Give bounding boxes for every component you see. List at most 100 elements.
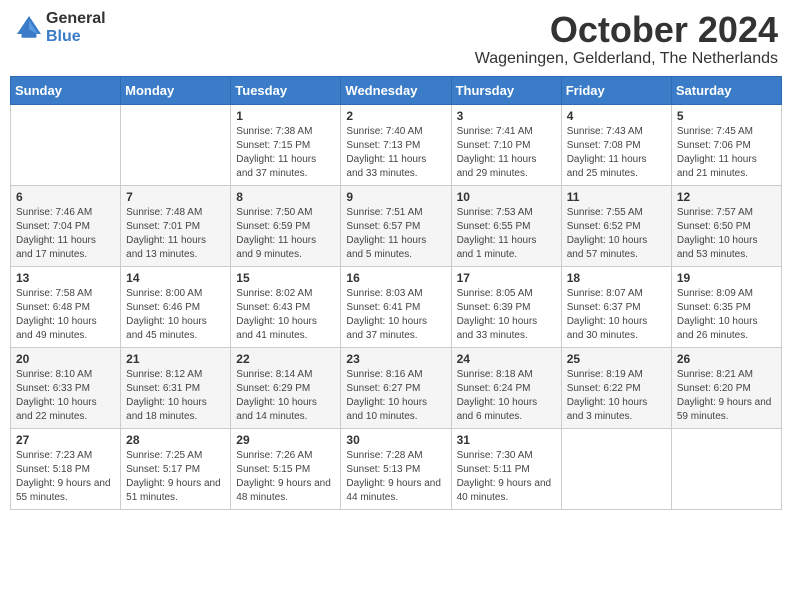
- calendar-cell: 2 Sunrise: 7:40 AMSunset: 7:13 PMDaylight…: [341, 104, 451, 185]
- logo-blue-text: Blue: [46, 28, 106, 46]
- day-info: Sunrise: 7:23 AMSunset: 5:18 PMDaylight:…: [16, 449, 115, 505]
- weekday-header-friday: Friday: [561, 76, 671, 104]
- calendar-cell: 28 Sunrise: 7:25 AMSunset: 5:17 PMDayligh…: [121, 428, 231, 509]
- day-number: 27: [16, 433, 115, 447]
- day-info: Sunrise: 8:16 AMSunset: 6:27 PMDaylight:…: [346, 368, 445, 424]
- day-info: Sunrise: 7:45 AMSunset: 7:06 PMDaylight:…: [677, 125, 776, 181]
- calendar-week-5: 27 Sunrise: 7:23 AMSunset: 5:18 PMDayligh…: [11, 428, 782, 509]
- day-info: Sunrise: 8:14 AMSunset: 6:29 PMDaylight:…: [236, 368, 335, 424]
- calendar-cell: 17Sunrise: 8:05 AMSunset: 6:39 PMDayligh…: [451, 266, 561, 347]
- weekday-header-sunday: Sunday: [11, 76, 121, 104]
- day-number: 25: [567, 352, 666, 366]
- weekday-header-monday: Monday: [121, 76, 231, 104]
- calendar-cell: 10Sunrise: 7:53 AMSunset: 6:55 PMDayligh…: [451, 185, 561, 266]
- day-number: 6: [16, 190, 115, 204]
- day-number: 30: [346, 433, 445, 447]
- day-info: Sunrise: 8:09 AMSunset: 6:35 PMDaylight:…: [677, 287, 776, 343]
- calendar-cell: 27 Sunrise: 7:23 AMSunset: 5:18 PMDayligh…: [11, 428, 121, 509]
- day-info: Sunrise: 8:21 AMSunset: 6:20 PMDaylight:…: [677, 368, 776, 424]
- calendar-cell: 20Sunrise: 8:10 AMSunset: 6:33 PMDayligh…: [11, 347, 121, 428]
- day-info: Sunrise: 8:00 AMSunset: 6:46 PMDaylight:…: [126, 287, 225, 343]
- logo-icon: [14, 13, 44, 43]
- day-info: Sunrise: 8:12 AMSunset: 6:31 PMDaylight:…: [126, 368, 225, 424]
- day-number: 8: [236, 190, 335, 204]
- day-number: 1: [236, 109, 335, 123]
- day-number: 23: [346, 352, 445, 366]
- day-info: Sunrise: 8:03 AMSunset: 6:41 PMDaylight:…: [346, 287, 445, 343]
- day-info: Sunrise: 7:25 AMSunset: 5:17 PMDaylight:…: [126, 449, 225, 505]
- day-number: 2: [346, 109, 445, 123]
- day-number: 31: [457, 433, 556, 447]
- day-number: 21: [126, 352, 225, 366]
- calendar-week-4: 20Sunrise: 8:10 AMSunset: 6:33 PMDayligh…: [11, 347, 782, 428]
- day-info: Sunrise: 7:28 AMSunset: 5:13 PMDaylight:…: [346, 449, 445, 505]
- day-number: 14: [126, 271, 225, 285]
- day-info: Sunrise: 7:38 AMSunset: 7:15 PMDaylight:…: [236, 125, 335, 181]
- calendar-cell: 4 Sunrise: 7:43 AMSunset: 7:08 PMDaylight…: [561, 104, 671, 185]
- calendar-cell: 12 Sunrise: 7:57 AMSunset: 6:50 PMDayligh…: [671, 185, 781, 266]
- day-info: Sunrise: 7:40 AMSunset: 7:13 PMDaylight:…: [346, 125, 445, 181]
- day-number: 29: [236, 433, 335, 447]
- day-number: 26: [677, 352, 776, 366]
- calendar-cell: 14 Sunrise: 8:00 AMSunset: 6:46 PMDayligh…: [121, 266, 231, 347]
- calendar-cell: 1 Sunrise: 7:38 AMSunset: 7:15 PMDaylight…: [231, 104, 341, 185]
- logo: General Blue: [14, 10, 106, 45]
- day-number: 28: [126, 433, 225, 447]
- day-info: Sunrise: 8:02 AMSunset: 6:43 PMDaylight:…: [236, 287, 335, 343]
- day-info: Sunrise: 7:58 AMSunset: 6:48 PMDaylight:…: [16, 287, 115, 343]
- calendar-cell: 6Sunrise: 7:46 AMSunset: 7:04 PMDaylight…: [11, 185, 121, 266]
- calendar-body: 1 Sunrise: 7:38 AMSunset: 7:15 PMDaylight…: [11, 104, 782, 509]
- calendar-cell: 21 Sunrise: 8:12 AMSunset: 6:31 PMDayligh…: [121, 347, 231, 428]
- day-info: Sunrise: 8:05 AMSunset: 6:39 PMDaylight:…: [457, 287, 556, 343]
- day-number: 7: [126, 190, 225, 204]
- day-info: Sunrise: 7:50 AMSunset: 6:59 PMDaylight:…: [236, 206, 335, 262]
- day-info: Sunrise: 7:51 AMSunset: 6:57 PMDaylight:…: [346, 206, 445, 262]
- day-info: Sunrise: 7:48 AMSunset: 7:01 PMDaylight:…: [126, 206, 225, 262]
- calendar-week-3: 13 Sunrise: 7:58 AMSunset: 6:48 PMDayligh…: [11, 266, 782, 347]
- day-number: 16: [346, 271, 445, 285]
- calendar-cell: 29Sunrise: 7:26 AMSunset: 5:15 PMDayligh…: [231, 428, 341, 509]
- day-number: 20: [16, 352, 115, 366]
- calendar-cell: 3Sunrise: 7:41 AMSunset: 7:10 PMDaylight…: [451, 104, 561, 185]
- calendar-table: SundayMondayTuesdayWednesdayThursdayFrid…: [10, 76, 782, 510]
- day-number: 3: [457, 109, 556, 123]
- day-number: 24: [457, 352, 556, 366]
- day-number: 15: [236, 271, 335, 285]
- calendar-cell: 18 Sunrise: 8:07 AMSunset: 6:37 PMDayligh…: [561, 266, 671, 347]
- calendar-cell: [11, 104, 121, 185]
- month-year-title: October 2024: [475, 10, 778, 50]
- day-info: Sunrise: 7:57 AMSunset: 6:50 PMDaylight:…: [677, 206, 776, 262]
- day-number: 5: [677, 109, 776, 123]
- calendar-cell: 31 Sunrise: 7:30 AMSunset: 5:11 PMDayligh…: [451, 428, 561, 509]
- day-info: Sunrise: 8:07 AMSunset: 6:37 PMDaylight:…: [567, 287, 666, 343]
- title-section: October 2024 Wageningen, Gelderland, The…: [475, 10, 778, 68]
- day-number: 18: [567, 271, 666, 285]
- calendar-cell: 8 Sunrise: 7:50 AMSunset: 6:59 PMDaylight…: [231, 185, 341, 266]
- logo-general-text: General: [46, 10, 106, 28]
- calendar-cell: 13 Sunrise: 7:58 AMSunset: 6:48 PMDayligh…: [11, 266, 121, 347]
- day-number: 13: [16, 271, 115, 285]
- location-subtitle: Wageningen, Gelderland, The Netherlands: [475, 50, 778, 68]
- logo-text: General Blue: [46, 10, 106, 45]
- calendar-cell: 25 Sunrise: 8:19 AMSunset: 6:22 PMDayligh…: [561, 347, 671, 428]
- day-info: Sunrise: 7:55 AMSunset: 6:52 PMDaylight:…: [567, 206, 666, 262]
- day-info: Sunrise: 7:30 AMSunset: 5:11 PMDaylight:…: [457, 449, 556, 505]
- calendar-cell: 15 Sunrise: 8:02 AMSunset: 6:43 PMDayligh…: [231, 266, 341, 347]
- day-number: 4: [567, 109, 666, 123]
- calendar-header: General Blue October 2024 Wageningen, Ge…: [10, 10, 782, 68]
- calendar-cell: 23 Sunrise: 8:16 AMSunset: 6:27 PMDayligh…: [341, 347, 451, 428]
- day-number: 19: [677, 271, 776, 285]
- weekday-row: SundayMondayTuesdayWednesdayThursdayFrid…: [11, 76, 782, 104]
- calendar-cell: 7 Sunrise: 7:48 AMSunset: 7:01 PMDaylight…: [121, 185, 231, 266]
- calendar-week-2: 6Sunrise: 7:46 AMSunset: 7:04 PMDaylight…: [11, 185, 782, 266]
- day-info: Sunrise: 8:19 AMSunset: 6:22 PMDaylight:…: [567, 368, 666, 424]
- calendar-cell: 16 Sunrise: 8:03 AMSunset: 6:41 PMDayligh…: [341, 266, 451, 347]
- weekday-header-wednesday: Wednesday: [341, 76, 451, 104]
- calendar-week-1: 1 Sunrise: 7:38 AMSunset: 7:15 PMDaylight…: [11, 104, 782, 185]
- calendar-cell: 30 Sunrise: 7:28 AMSunset: 5:13 PMDayligh…: [341, 428, 451, 509]
- day-number: 10: [457, 190, 556, 204]
- day-number: 9: [346, 190, 445, 204]
- day-info: Sunrise: 7:43 AMSunset: 7:08 PMDaylight:…: [567, 125, 666, 181]
- day-number: 11: [567, 190, 666, 204]
- day-number: 12: [677, 190, 776, 204]
